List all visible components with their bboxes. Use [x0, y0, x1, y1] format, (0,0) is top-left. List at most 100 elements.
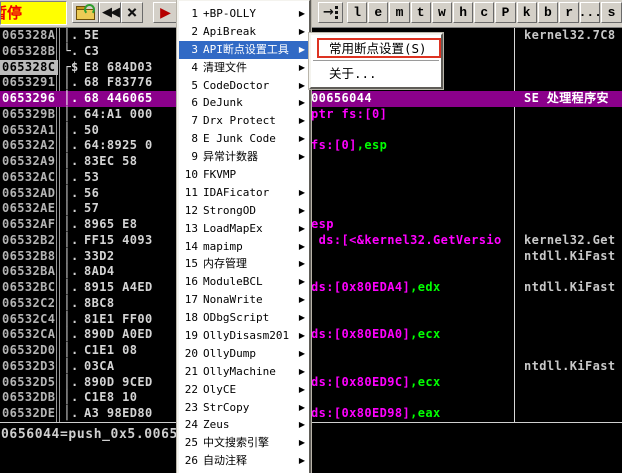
window-button-P[interactable]: P	[495, 2, 516, 23]
info-pane-text: 0656044=push_0x5.0065	[1, 427, 178, 442]
disasm-row-06532A2[interactable]: 06532A2 │. 64:8925 0 fs:[0],esp	[0, 138, 622, 154]
function-brace: │	[63, 374, 72, 390]
menu-item-14[interactable]: 14 mapimp ▶	[179, 238, 309, 256]
menu-item-18[interactable]: 18 ODbgScript ▶	[179, 309, 309, 327]
trace-button[interactable]: →	[318, 2, 343, 23]
disasm-row-0653296[interactable]: 0653296 │. 68 446065 00656044 SE 处理程序安	[0, 91, 622, 107]
close-button[interactable]: ×	[121, 2, 143, 23]
restart-icon: ◀◀	[102, 5, 120, 20]
window-button-b[interactable]: b	[537, 2, 558, 23]
menu-item-number: 8	[191, 132, 198, 146]
open-file-button[interactable]	[72, 2, 99, 23]
menu-item-17[interactable]: 17 NonaWrite ▶	[179, 291, 309, 309]
disasm-address: 06532AD	[2, 185, 56, 200]
function-brace: └	[63, 43, 72, 59]
disasm-operands: ds:[0x80ED9C],ecx	[311, 375, 441, 391]
menu-item-label: Zeus	[203, 418, 230, 432]
submenu-arrow-icon: ▶	[298, 438, 305, 448]
menu-item-1[interactable]: 1 +BP-OLLY ▶	[179, 5, 309, 23]
disasm-row-06532D0[interactable]: 06532D0 │. C1E1 08	[0, 343, 622, 359]
disasm-row-06532DE[interactable]: 06532DE │. A3 98ED80 ds:[0x80ED98],eax	[0, 406, 622, 422]
menu-item-24[interactable]: 24 Zeus ▶	[179, 416, 309, 434]
window-button-h[interactable]: h	[453, 2, 474, 23]
menu-item-label: NonaWrite	[203, 293, 263, 307]
menu-item-7[interactable]: 7 Drx Protect ▶	[179, 112, 309, 130]
disasm-row-06532C4[interactable]: 06532C4 │. 81E1 FF00	[0, 312, 622, 328]
operand-memory: fs:[0]	[311, 138, 357, 153]
menu-item-10[interactable]: 10 FKVMP	[179, 166, 309, 184]
disasm-row-06532A1[interactable]: 06532A1 │. 50	[0, 123, 622, 139]
disasm-row-06532B8[interactable]: 06532B8 │. 33D2 ntdll.KiFast	[0, 249, 622, 265]
analysis-mark: .	[71, 295, 79, 310]
menu-item-9[interactable]: 9 异常计数器 ▶	[179, 148, 309, 166]
restart-button[interactable]: ◀◀	[99, 2, 121, 23]
window-button-m[interactable]: m	[389, 2, 410, 23]
disasm-row-065329B[interactable]: 065329B │. 64:A1 000 ptr fs:[0]	[0, 107, 622, 123]
analysis-mark: .	[71, 185, 79, 200]
disasm-row-06532AF[interactable]: 06532AF │. 8965 E8 esp	[0, 217, 622, 233]
window-button-r[interactable]: r	[559, 2, 580, 23]
menu-item-19[interactable]: 19 OllyDisasm201 ▶	[179, 327, 309, 345]
menu-item-11[interactable]: 11 IDAFicator ▶	[179, 184, 309, 202]
info-pane-divider[interactable]	[0, 422, 622, 423]
window-button-s[interactable]: s	[601, 2, 622, 23]
menu-item-13[interactable]: 13 LoadMapEx ▶	[179, 220, 309, 238]
menu-item-12[interactable]: 12 StrongOD ▶	[179, 202, 309, 220]
disasm-row-06532BC[interactable]: 06532BC │. 8915 A4ED ds:[0x80EDA4],edx ntdll…	[0, 280, 622, 296]
menu-item-number: 26	[184, 454, 198, 468]
menu-item-number: 13	[184, 221, 198, 235]
window-button-dotdotdot[interactable]: ...	[579, 2, 602, 23]
opcode-bytes: 8BC8	[84, 295, 115, 310]
disasm-row-06532D5[interactable]: 06532D5 │. 890D 9CED ds:[0x80ED9C],ecx	[0, 375, 622, 391]
menu-item-3[interactable]: 3 API断点设置工具 ▶	[179, 40, 309, 59]
menu-item-26[interactable]: 26 自动注释 ▶	[179, 452, 309, 470]
run-button[interactable]: ▶	[153, 2, 178, 23]
analysis-mark: .	[71, 122, 79, 137]
window-button-t[interactable]: t	[410, 2, 431, 23]
analysis-mark: .	[71, 374, 79, 389]
disasm-row-06532A9[interactable]: 06532A9 │. 83EC 58	[0, 154, 622, 170]
menu-item-22[interactable]: 22 OlyCE ▶	[179, 381, 309, 399]
disassembly-pane[interactable]: 065328A │. 5E kernel32.7C8 065328B └. C3 065328…	[0, 28, 622, 473]
window-button-e[interactable]: e	[368, 2, 389, 23]
operand-register: ,eax	[410, 406, 441, 420]
menu-item-8[interactable]: 8 E Junk Code ▶	[179, 130, 309, 148]
window-button-k[interactable]: k	[516, 2, 537, 23]
analysis-mark: .	[71, 358, 79, 373]
opcode-bytes: 56	[84, 185, 100, 200]
analysis-mark: .	[71, 91, 79, 105]
disasm-row-06532CA[interactable]: 06532CA │. 890D A0ED ds:[0x80EDA0],ecx	[0, 327, 622, 343]
menu-item-25[interactable]: 25 中文搜索引擎 ▶	[179, 434, 309, 452]
opcode-bytes: 50	[84, 122, 100, 137]
submenu-item-about[interactable]: 关于...	[311, 62, 441, 85]
menu-item-23[interactable]: 23 StrCopy ▶	[179, 399, 309, 417]
disasm-row-06532B2[interactable]: 06532B2 │. FF15 4093 ds:[<&kernel32.GetVer…	[0, 233, 622, 249]
menu-item-6[interactable]: 6 DeJunk ▶	[179, 94, 309, 112]
disasm-row-06532BA[interactable]: 06532BA │. 8AD4	[0, 264, 622, 280]
menu-item-number: 5	[191, 78, 198, 92]
menu-item-2[interactable]: 2 ApiBreak ▶	[179, 23, 309, 41]
disasm-row-06532AE[interactable]: 06532AE │. 57	[0, 201, 622, 217]
menu-item-20[interactable]: 20 OllyDump ▶	[179, 345, 309, 363]
menu-item-4[interactable]: 4 清理文件 ▶	[179, 59, 309, 77]
operand-memory: ds:[<&kernel32.GetVersio	[311, 232, 502, 247]
opcode-bytes: 81E1 FF00	[84, 311, 153, 326]
menu-item-5[interactable]: 5 CodeDoctor ▶	[179, 77, 309, 95]
menu-item-15[interactable]: 15 内存管理 ▶	[179, 255, 309, 273]
window-button-l[interactable]: l	[347, 2, 368, 23]
window-button-w[interactable]: w	[431, 2, 452, 23]
disasm-row-06532C2[interactable]: 06532C2 │. 8BC8	[0, 296, 622, 312]
disasm-row-06532AC[interactable]: 06532AC │. 53	[0, 170, 622, 186]
disasm-row-06532D3[interactable]: 06532D3 │. 03CA ntdll.KiFast	[0, 359, 622, 375]
window-button-c[interactable]: c	[474, 2, 495, 23]
disasm-address: 06532D5	[2, 374, 56, 389]
disasm-row-06532DB[interactable]: 06532DB │. C1E8 10	[0, 390, 622, 406]
disasm-address: 06532A9	[2, 154, 56, 168]
menu-item-21[interactable]: 21 OllyMachine ▶	[179, 363, 309, 381]
analysis-mark: .	[71, 248, 79, 263]
close-icon: ×	[126, 1, 138, 23]
menu-item-number: 1	[191, 7, 198, 20]
disasm-row-06532AD[interactable]: 06532AD │. 56	[0, 186, 622, 202]
function-brace: │	[63, 122, 72, 138]
menu-item-16[interactable]: 16 ModuleBCL ▶	[179, 273, 309, 291]
